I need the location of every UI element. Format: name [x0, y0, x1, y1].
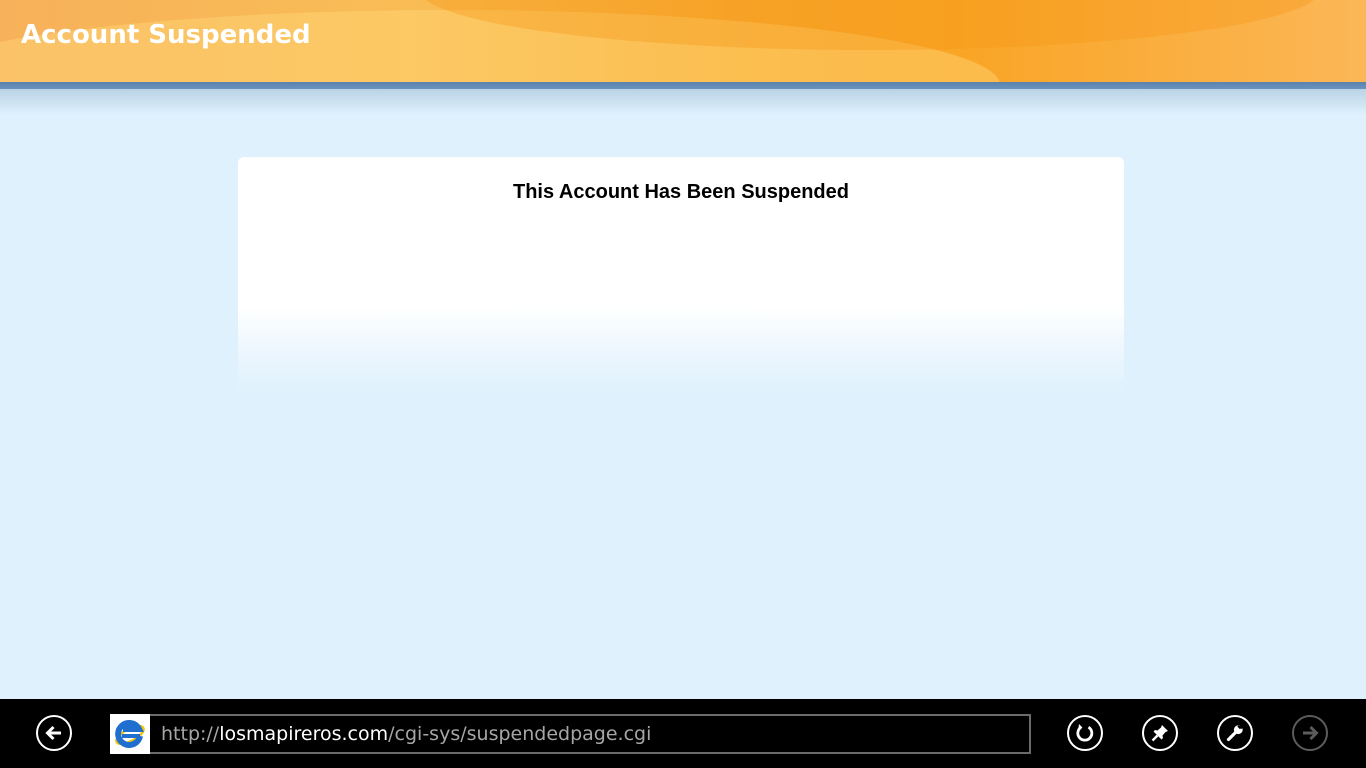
message-panel: This Account Has Been Suspended [238, 157, 1124, 397]
page-title: Account Suspended [21, 20, 311, 50]
arrow-right-icon [1303, 725, 1319, 741]
header-divider [0, 82, 1366, 89]
wrench-icon [1226, 724, 1244, 742]
internet-explorer-icon[interactable] [110, 714, 150, 754]
page-header: Account Suspended [0, 0, 1366, 82]
header-shadow [0, 89, 1366, 115]
suspended-message: This Account Has Been Suspended [513, 181, 849, 203]
address-bar: http://losmapireros.com/cgi-sys/suspende… [110, 714, 1031, 754]
browser-app-bar: http://losmapireros.com/cgi-sys/suspende… [0, 699, 1366, 768]
arrow-left-icon [45, 725, 61, 741]
url-domain: losmapireros.com [219, 723, 389, 745]
refresh-button[interactable] [1067, 715, 1103, 751]
back-button[interactable] [36, 715, 72, 751]
url-path: /cgi-sys/suspendedpage.cgi [388, 723, 652, 745]
url-input[interactable]: http://losmapireros.com/cgi-sys/suspende… [150, 714, 1031, 754]
pin-icon [1151, 725, 1168, 742]
url-scheme: http:// [161, 723, 220, 745]
page-tools-button[interactable] [1217, 715, 1253, 751]
pin-button[interactable] [1142, 715, 1178, 751]
refresh-icon [1076, 724, 1094, 742]
forward-button[interactable] [1292, 715, 1328, 751]
